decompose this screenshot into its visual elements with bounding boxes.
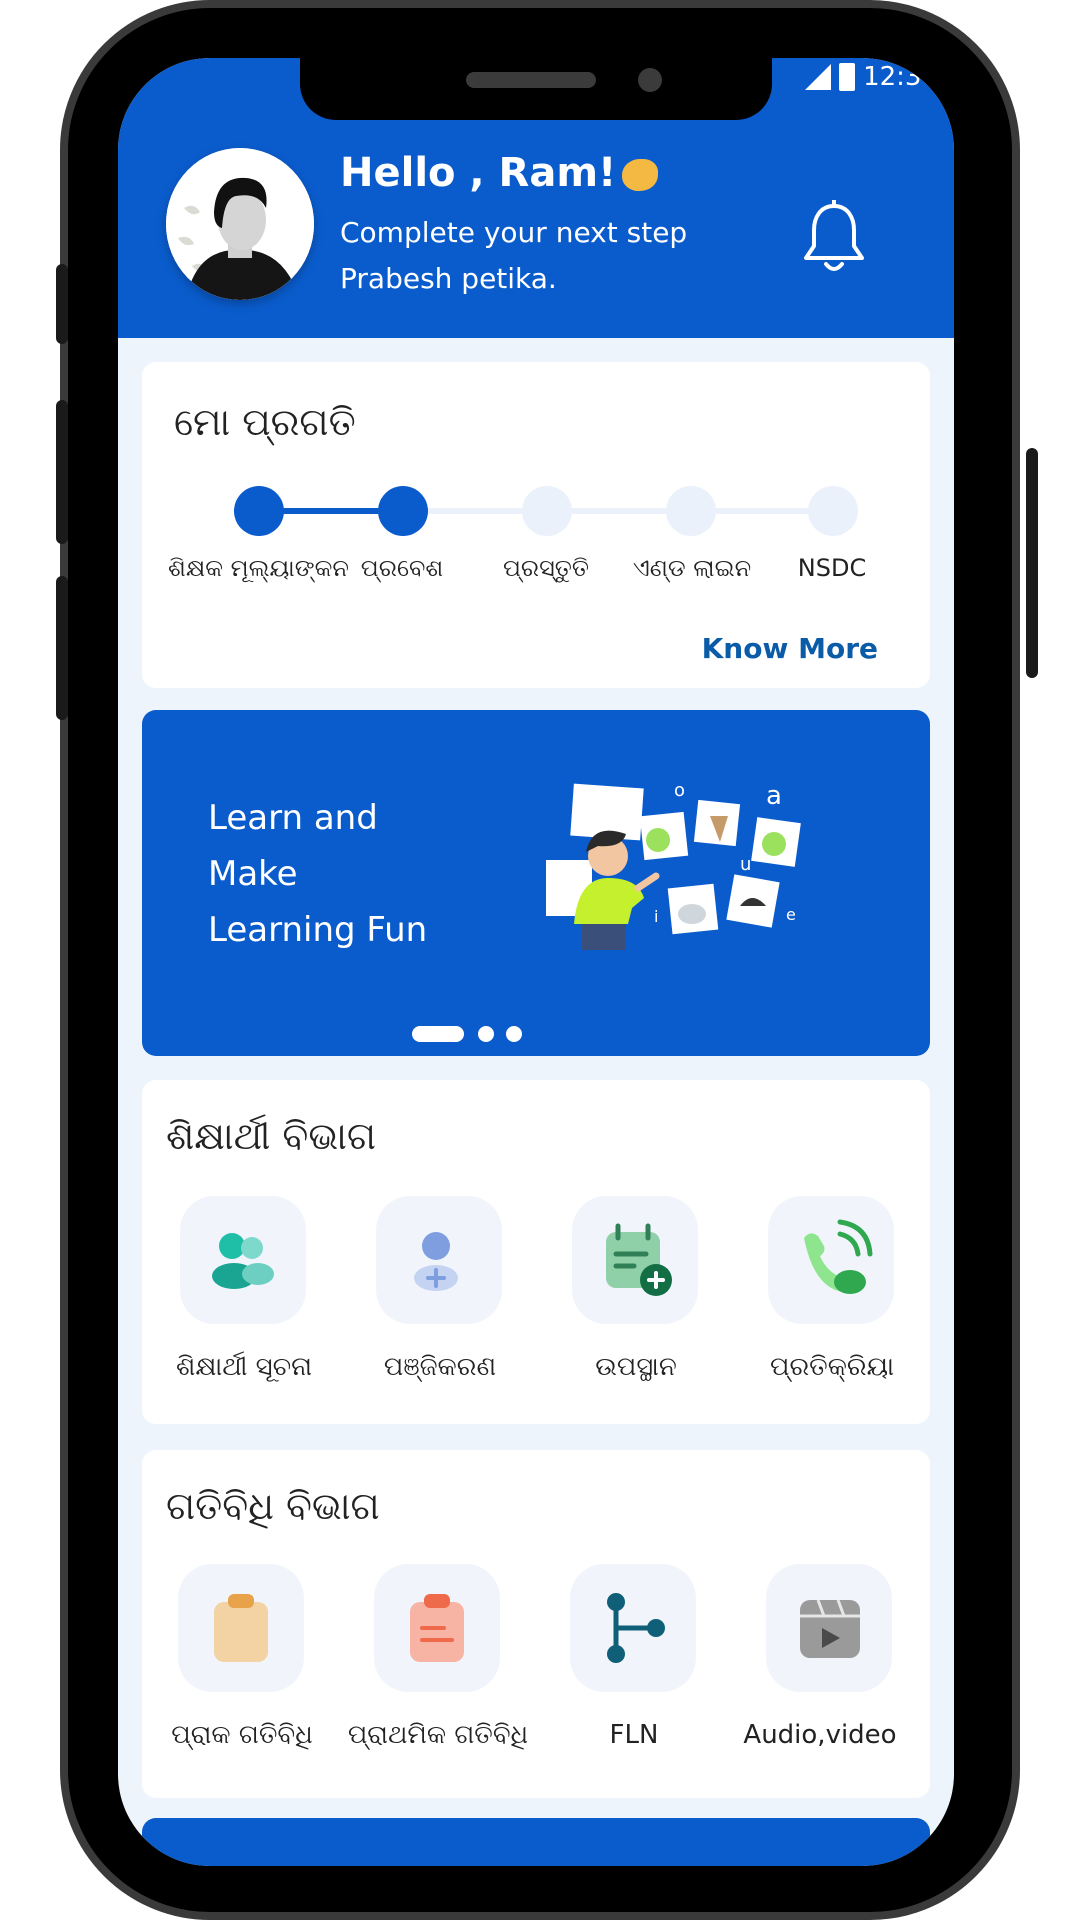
learning-illustration: o a u i e bbox=[546, 780, 801, 950]
pre-activity-button[interactable] bbox=[178, 1564, 304, 1692]
mute-switch bbox=[56, 264, 68, 344]
student-section-title: ଶିକ୍ଷାର୍ଥୀ ବିଭାଗ bbox=[166, 1114, 377, 1158]
subtitle-line-1: Complete your next step bbox=[340, 216, 688, 249]
progress-card: ମୋ ପ୍ରଗତି ଶିକ୍ଷକ ମୂଲ୍ୟାଙ୍କନ ପ୍ରବେଶ ପ୍ରସ୍… bbox=[142, 362, 930, 688]
notification-bell-icon[interactable] bbox=[802, 200, 866, 276]
know-more-link[interactable]: Know More bbox=[702, 632, 878, 665]
svg-text:o: o bbox=[674, 780, 685, 801]
banner-text: Learn and Make Learning Fun bbox=[208, 790, 508, 958]
volume-up-button bbox=[56, 400, 68, 544]
carousel-indicator-2[interactable] bbox=[478, 1026, 494, 1042]
feedback-button[interactable] bbox=[768, 1196, 894, 1324]
svg-text:i: i bbox=[654, 907, 658, 926]
step-dot-5 bbox=[808, 486, 858, 536]
audio-video-button[interactable] bbox=[766, 1564, 892, 1692]
banner-line-2: Make bbox=[208, 854, 298, 894]
waving-hand-icon bbox=[622, 159, 659, 191]
calendar-add-icon bbox=[606, 1223, 672, 1296]
svg-text:a: a bbox=[766, 781, 782, 811]
fln-label: FLN bbox=[609, 1720, 659, 1750]
home-header: 12:30 Hello , Ram! Complete your next st… bbox=[118, 58, 954, 338]
progress-title: ମୋ ପ୍ରଗତି bbox=[174, 400, 356, 444]
activity-section-card: ଗତିବିଧି ବିଭାଗ ପ୍ରାକ ଗତିବିଧି ପ୍ରାଥମିକ ଗତି… bbox=[142, 1450, 930, 1798]
subtitle-line-2: Prabesh petika. bbox=[340, 262, 557, 295]
audio-video-label: Audio,video bbox=[743, 1720, 897, 1750]
step-dot-3 bbox=[522, 486, 572, 536]
primary-activity-button[interactable] bbox=[374, 1564, 500, 1692]
students-icon bbox=[212, 1233, 274, 1289]
activity-section-title: ଗତିବିଧି ବିଭାଗ bbox=[166, 1484, 380, 1528]
user-avatar-icon bbox=[166, 148, 314, 300]
svg-text:e: e bbox=[786, 905, 796, 924]
header-subtitle: Complete your next step Prabesh petika. bbox=[340, 210, 687, 302]
status-time: 12:30 bbox=[863, 62, 938, 92]
notch bbox=[300, 58, 772, 120]
attendance-button[interactable] bbox=[572, 1196, 698, 1324]
student-info-label: ଶିକ୍ଷାର୍ଥୀ ସୂଚନା bbox=[175, 1352, 312, 1382]
signal-icon bbox=[805, 64, 832, 90]
carousel-indicator-active[interactable] bbox=[412, 1026, 464, 1042]
step-dot-1 bbox=[234, 486, 284, 536]
battery-icon bbox=[839, 63, 856, 91]
registration-button[interactable] bbox=[376, 1196, 502, 1324]
power-button bbox=[1026, 448, 1038, 678]
feedback-label: ପ୍ରତିକ୍ରିୟା bbox=[770, 1352, 894, 1382]
add-user-icon bbox=[414, 1232, 458, 1291]
video-play-icon bbox=[800, 1599, 860, 1658]
student-info-button[interactable] bbox=[180, 1196, 306, 1324]
phone-call-icon bbox=[804, 1219, 873, 1294]
step-label-5: NSDC bbox=[797, 554, 867, 582]
avatar[interactable] bbox=[166, 148, 314, 300]
pre-activity-label: ପ୍ରାକ ଗତିବିଧି bbox=[171, 1720, 313, 1750]
greeting-label: Hello , Ram! bbox=[340, 150, 617, 196]
carousel-indicator-3[interactable] bbox=[506, 1026, 522, 1042]
clipboard-list-icon bbox=[410, 1594, 464, 1662]
speaker bbox=[466, 72, 596, 88]
app-screen: 12:30 Hello , Ram! Complete your next st… bbox=[118, 58, 954, 1866]
greeting-text: Hello , Ram! bbox=[340, 150, 659, 196]
branch-icon bbox=[607, 1593, 665, 1663]
promo-banner[interactable]: Learn and Make Learning Fun o a u i e bbox=[142, 710, 930, 1056]
step-dot-2 bbox=[378, 486, 428, 536]
svg-text:u: u bbox=[740, 854, 751, 875]
status-bar: 12:30 bbox=[805, 62, 938, 92]
banner-line-3: Learning Fun bbox=[208, 910, 428, 950]
fln-button[interactable] bbox=[570, 1564, 696, 1692]
progress-line-remaining bbox=[398, 508, 818, 514]
front-camera bbox=[638, 68, 662, 92]
registration-label: ପଞ୍ଜିକରଣ bbox=[383, 1352, 497, 1382]
attendance-label: ଉପସ୍ଥାନ bbox=[595, 1352, 677, 1382]
primary-activity-label: ପ୍ରାଥମିକ ଗତିବିଧି bbox=[347, 1720, 529, 1750]
bottom-card-peek bbox=[142, 1818, 930, 1866]
step-dot-4 bbox=[666, 486, 716, 536]
student-section-card: ଶିକ୍ଷାର୍ଥୀ ବିଭାଗ ଶିକ୍ଷାର୍ଥୀ ସୂଚନା ପଞ୍ଜିକ… bbox=[142, 1080, 930, 1424]
banner-line-1: Learn and bbox=[208, 798, 378, 838]
clipboard-icon bbox=[214, 1594, 268, 1662]
volume-down-button bbox=[56, 576, 68, 720]
